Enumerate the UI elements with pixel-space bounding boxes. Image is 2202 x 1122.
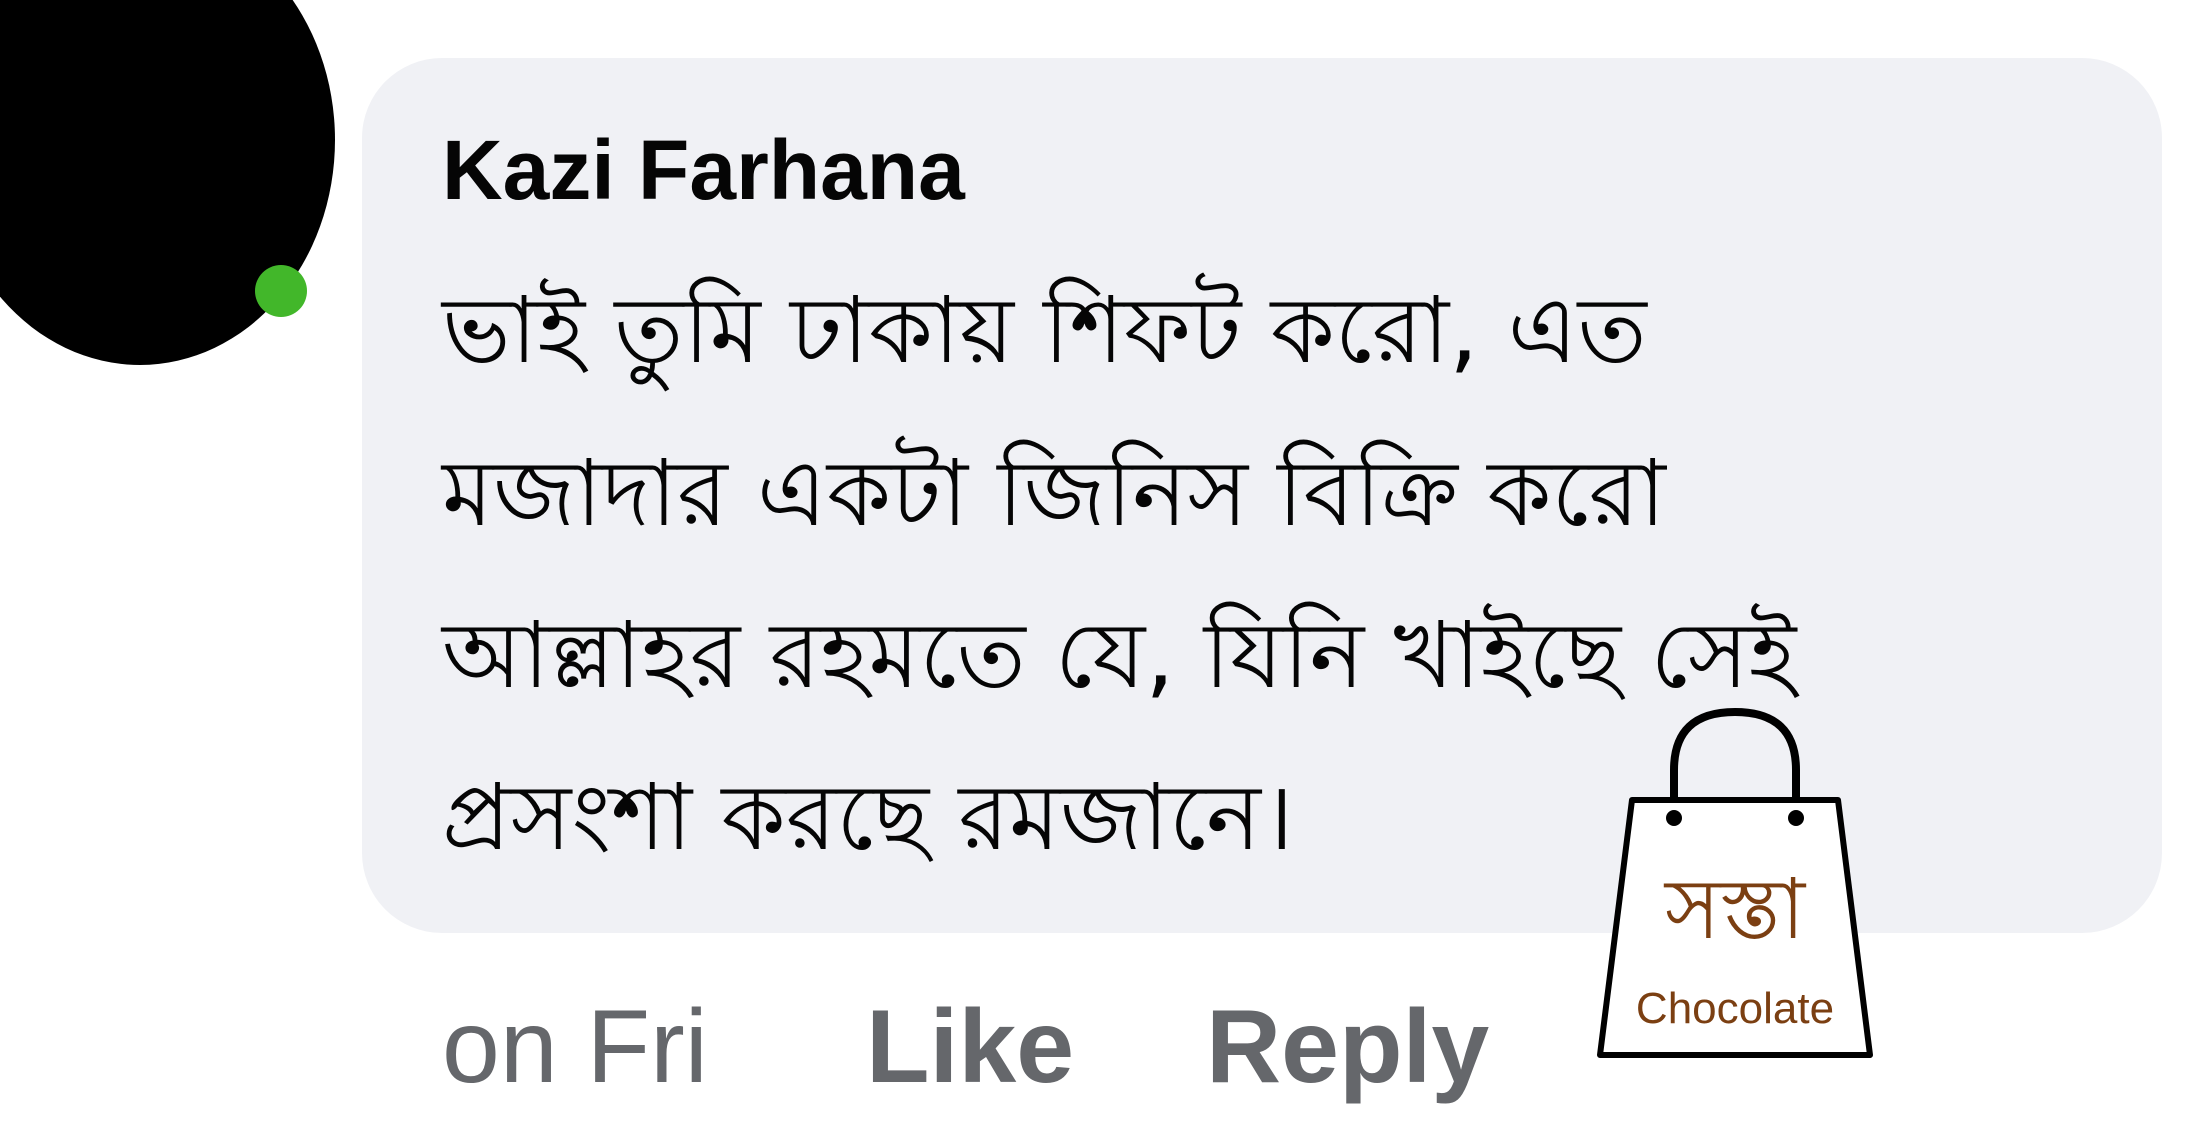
comment-text-line-2: মজাদার একটা জিনিস বিক্রি করো	[442, 440, 1666, 547]
watermark-brand-english: Chocolate	[1636, 984, 1834, 1033]
comment-timestamp[interactable]: on Fri	[442, 995, 708, 1099]
reply-button[interactable]: Reply	[1206, 995, 1489, 1099]
sosta-chocolate-watermark-logo: সস্তা Chocolate	[1597, 707, 1873, 1058]
bag-rivet-left	[1666, 810, 1682, 826]
comment-text-line-4: প্রসংশা করছে রমজানে।	[442, 764, 1294, 871]
online-status-dot	[255, 265, 307, 317]
watermark-brand-bengali: সস্তা	[1663, 860, 1807, 958]
like-button[interactable]: Like	[866, 995, 1074, 1099]
comment-text-line-3: আল্লাহর রহমতে যে, যিনি খাইছে সেই	[442, 602, 1797, 709]
bag-rivet-right	[1788, 810, 1804, 826]
comment-screen: Kazi Farhana ভাই তুমি ঢাকায় শিফট করো, এ…	[0, 0, 2202, 1122]
comment-text-line-1: ভাই তুমি ঢাকায় শিফট করো, এত	[442, 277, 1647, 384]
comment-author-name[interactable]: Kazi Farhana	[442, 128, 965, 212]
